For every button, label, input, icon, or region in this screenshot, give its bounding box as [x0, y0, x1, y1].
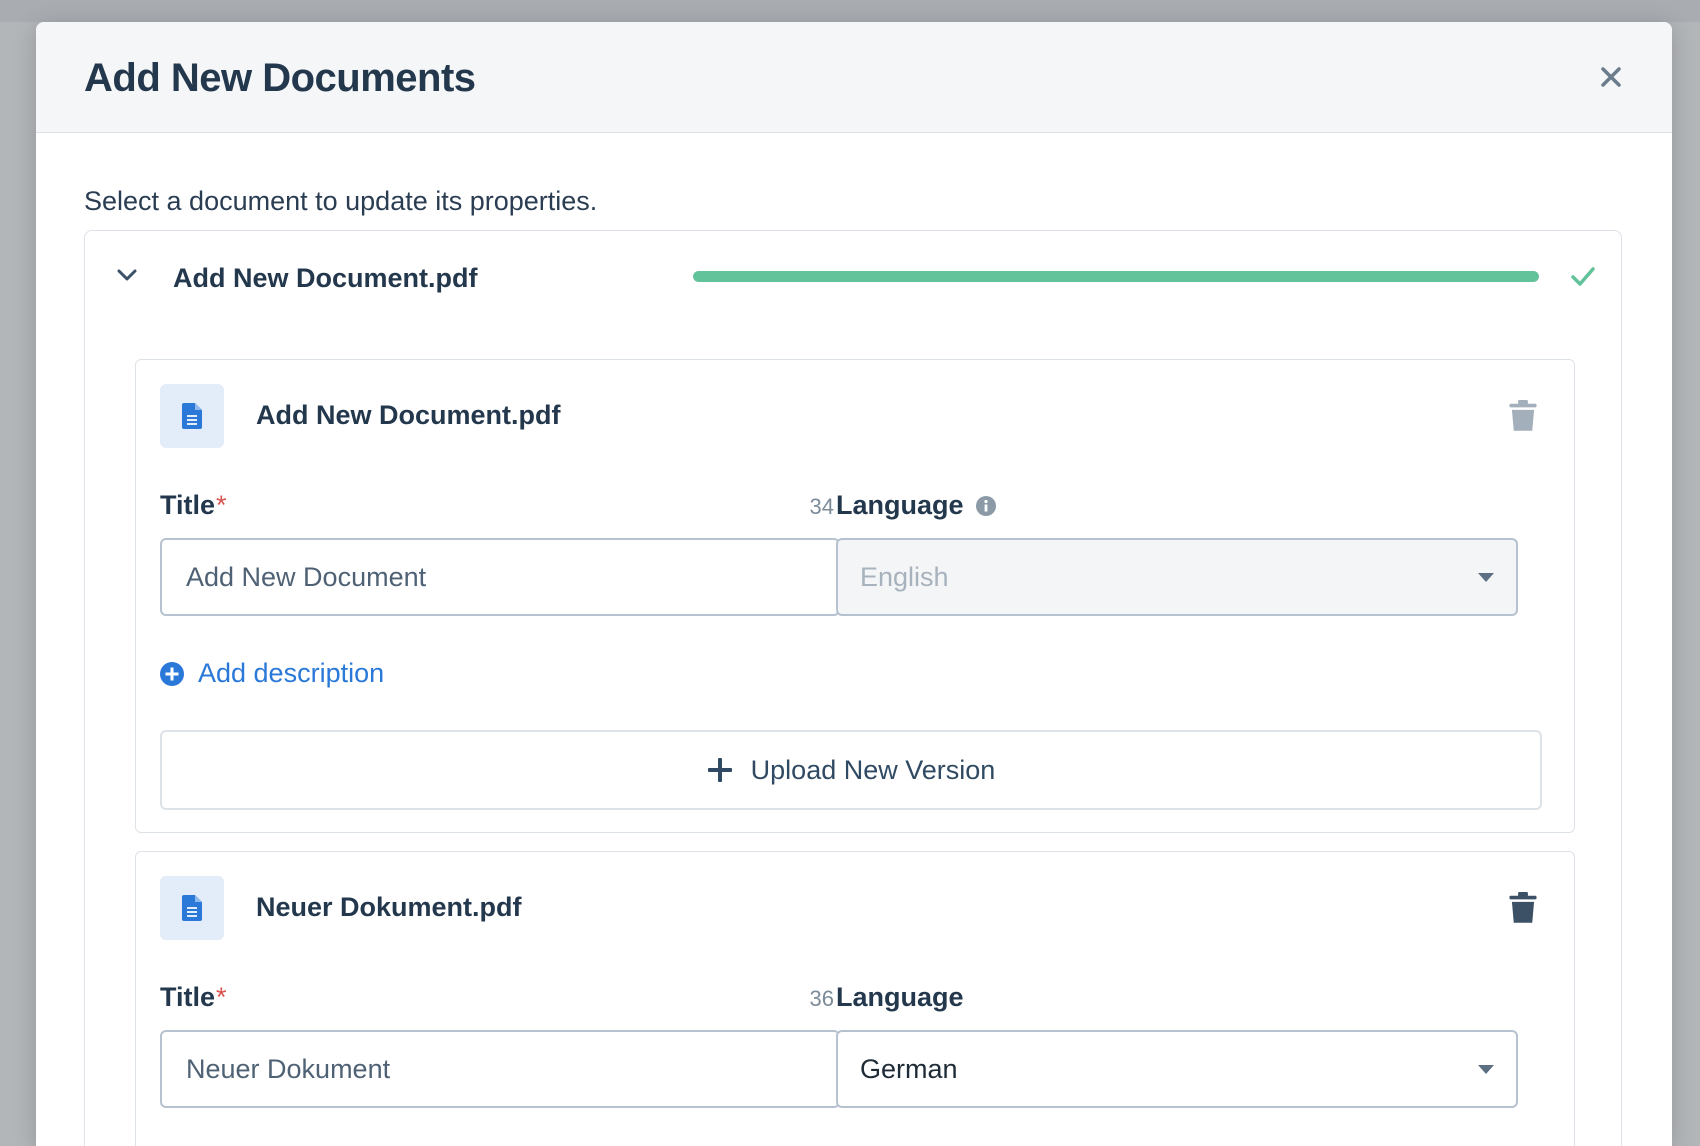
language-select[interactable]: English [836, 538, 1518, 616]
file-name: Neuer Dokument.pdf [256, 892, 522, 922]
title-label: Title* [160, 490, 227, 521]
upload-new-version-label: Upload New Version [750, 754, 996, 785]
title-label-text: Title [160, 982, 216, 1012]
language-select-value: English [860, 561, 949, 592]
add-description-label: Add description [198, 658, 385, 688]
document-group-header[interactable]: Add New Document.pdf [85, 231, 1621, 331]
caret-down-icon [1478, 1064, 1494, 1074]
title-label: Title* [160, 982, 227, 1013]
file-icon [182, 895, 202, 921]
file-icon [182, 403, 202, 429]
modal-title: Add New Documents [84, 56, 476, 100]
title-char-counter: 34 [809, 494, 834, 519]
page-backdrop [0, 0, 1700, 22]
title-char-counter: 36 [809, 986, 834, 1011]
plus-icon [707, 758, 732, 782]
plus-circle-icon [160, 661, 184, 686]
title-input[interactable] [160, 1030, 840, 1108]
upload-progress-bar [693, 271, 1539, 282]
caret-down-icon [1478, 572, 1494, 582]
file-icon-box [160, 876, 224, 940]
document-card: Add New Document.pdf Title* 34 Language [135, 359, 1575, 833]
language-label: Language [836, 982, 964, 1013]
chevron-down-icon[interactable] [113, 261, 141, 289]
upload-progress-fill [693, 271, 1539, 282]
language-select[interactable]: German [836, 1030, 1518, 1108]
info-icon[interactable] [975, 495, 996, 516]
title-label-text: Title [160, 490, 216, 520]
file-icon-box [160, 384, 224, 448]
required-marker: * [216, 982, 227, 1012]
document-card: Neuer Dokument.pdf Title* 36 Language Ge… [135, 851, 1575, 1146]
required-marker: * [216, 490, 227, 520]
close-button[interactable] [1594, 60, 1628, 94]
check-icon [1571, 267, 1595, 286]
group-file-name: Add New Document.pdf [173, 263, 478, 293]
language-select-value: German [860, 1053, 958, 1084]
upload-new-version-button[interactable]: Upload New Version [160, 730, 1542, 810]
modal-header: Add New Documents [36, 22, 1672, 133]
add-description-link[interactable]: Add description [160, 658, 384, 689]
language-label-text: Language [836, 982, 964, 1012]
file-name: Add New Document.pdf [256, 400, 561, 430]
title-input[interactable] [160, 538, 840, 616]
document-group: Add New Document.pdf Add New Document.pd… [84, 230, 1622, 1146]
trash-icon[interactable] [1508, 400, 1538, 432]
close-icon [1601, 67, 1621, 87]
language-label: Language [836, 490, 996, 521]
trash-icon[interactable] [1508, 892, 1538, 924]
modal-subtitle: Select a document to update its properti… [84, 186, 598, 216]
language-label-text: Language [836, 490, 964, 520]
add-documents-modal: Add New Documents Select a document to u… [36, 22, 1672, 1146]
